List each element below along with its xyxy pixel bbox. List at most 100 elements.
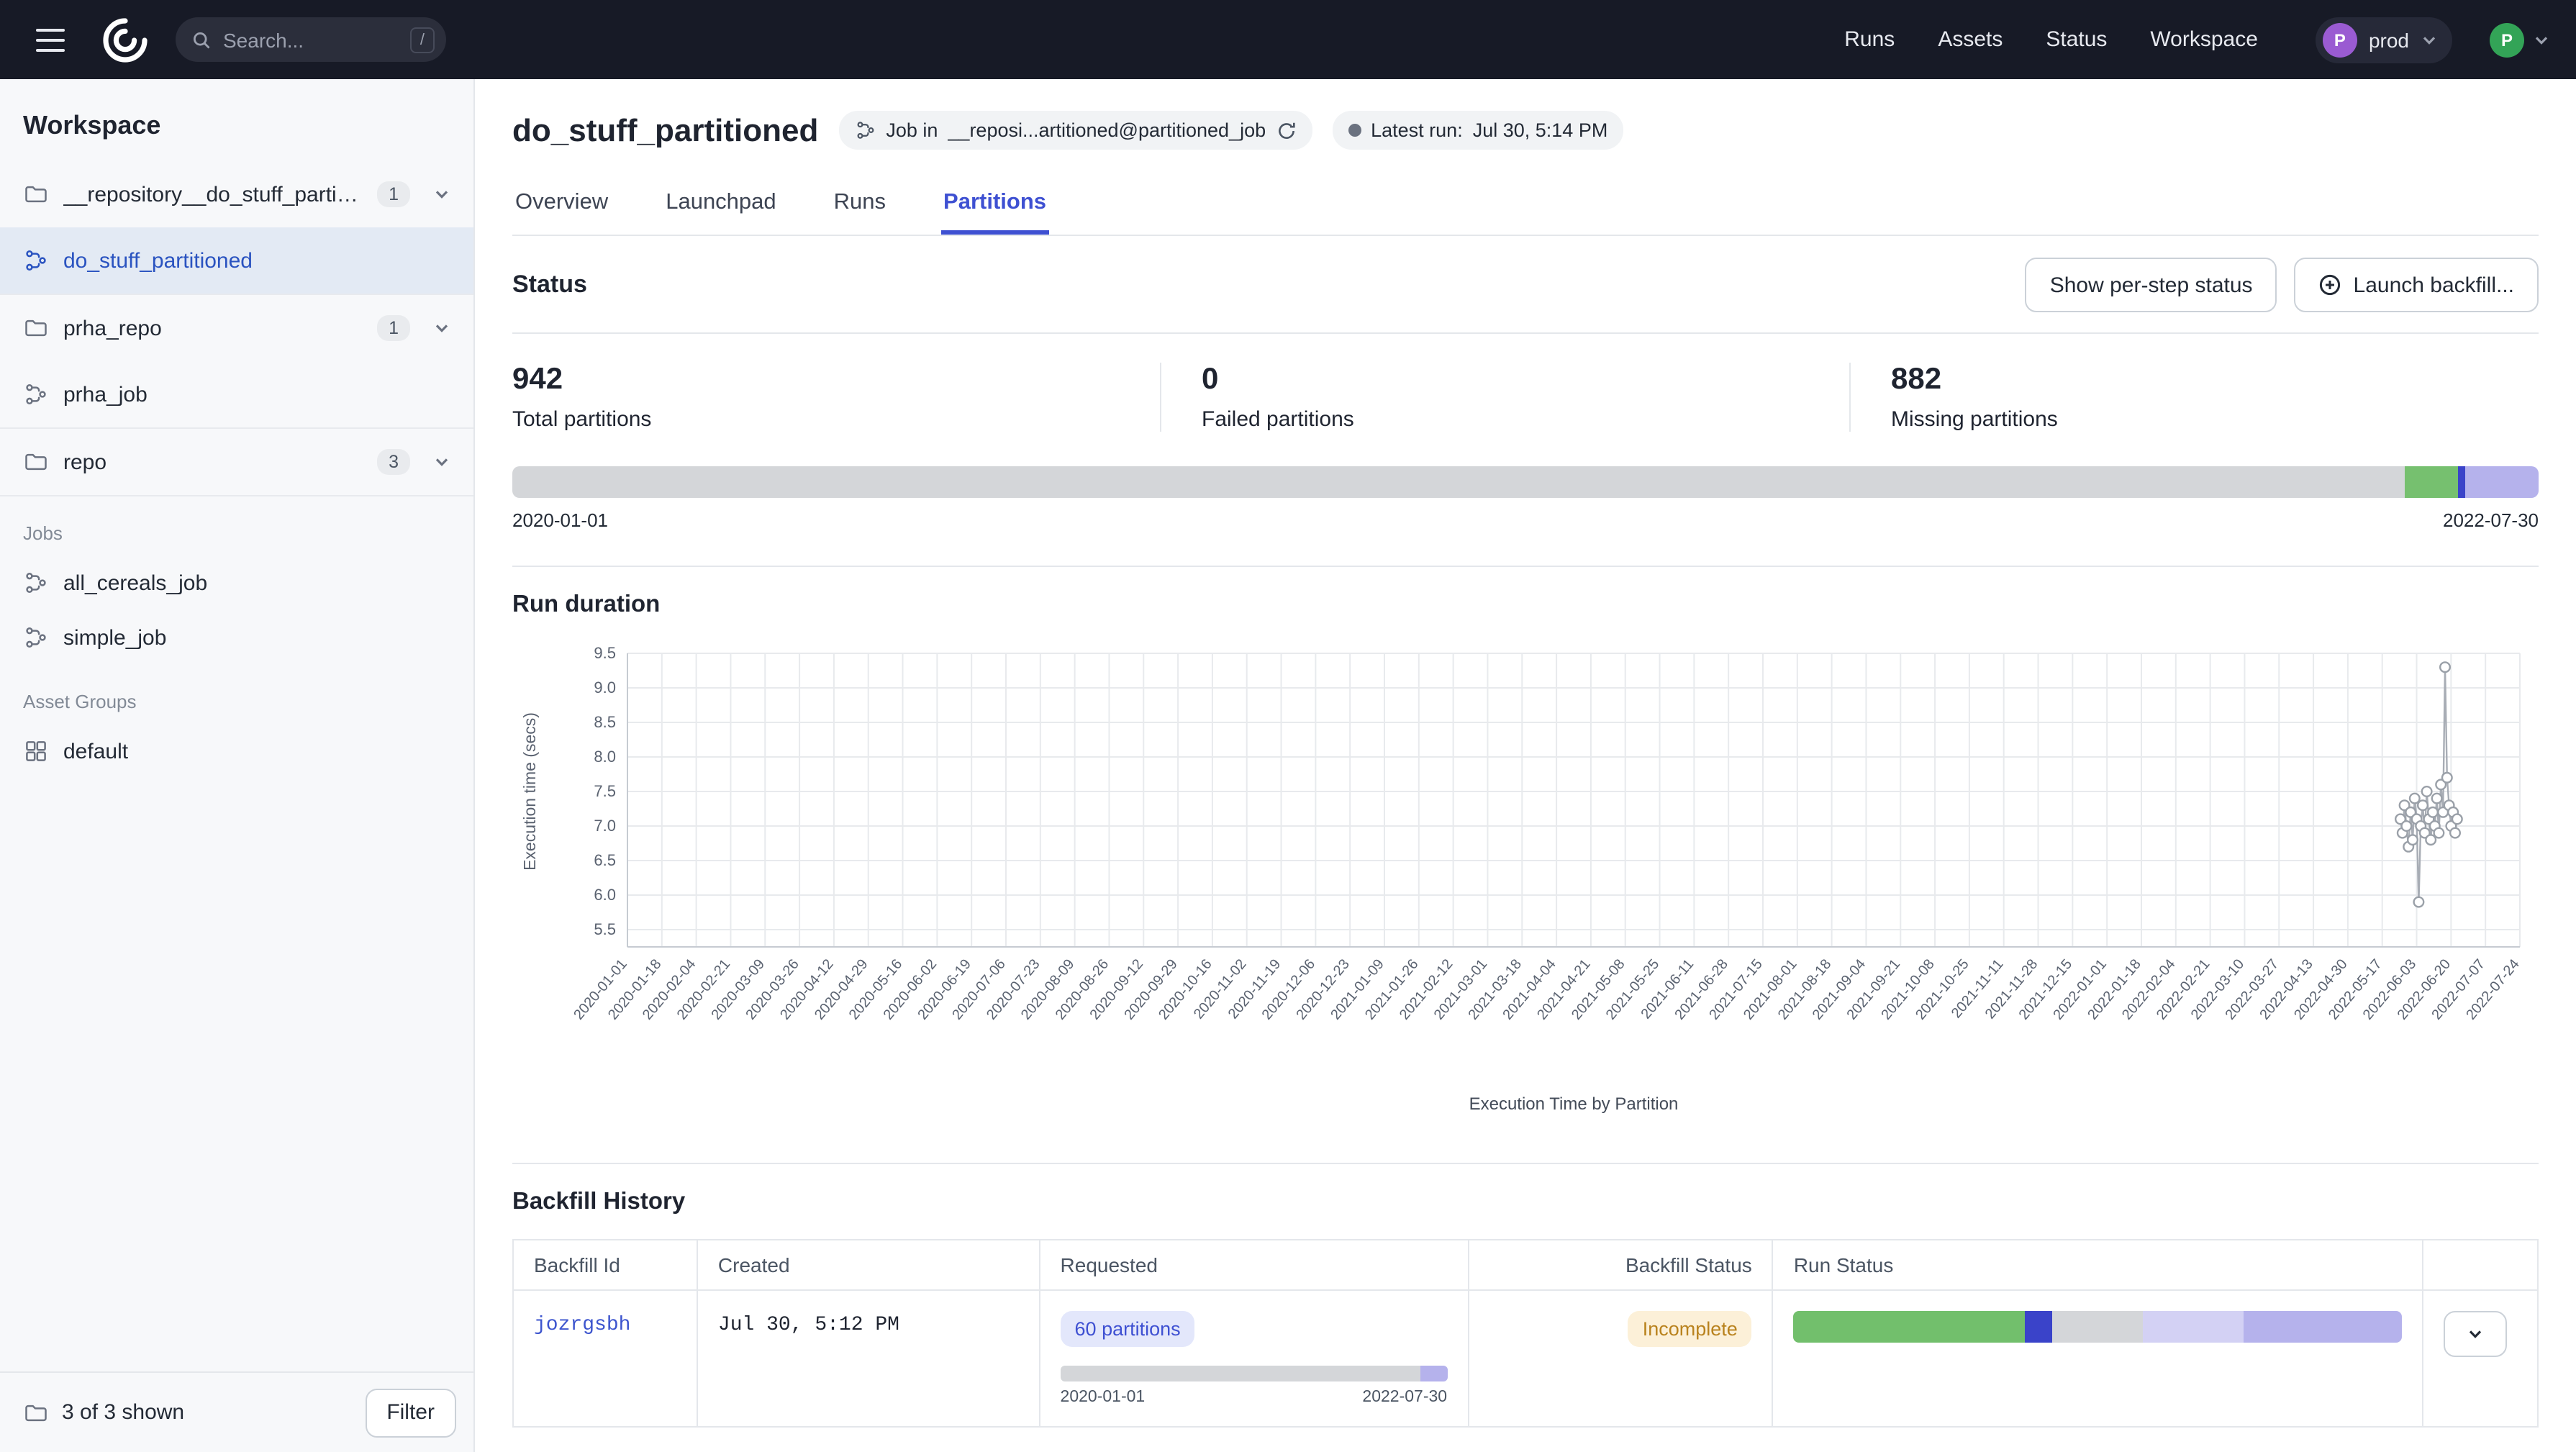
svg-text:Execution time (secs): Execution time (secs) [520,712,539,871]
repos-shown-count: 3 of 3 shown [62,1400,184,1425]
main-content: do_stuff_partitioned Job in __reposi...a… [475,79,2576,1452]
launch-backfill-button[interactable]: Launch backfill... [2295,258,2539,312]
job-origin-prefix: Job in [886,119,938,141]
stat-label: Missing partitions [1891,407,2539,432]
sidebar-title: Workspace [0,79,473,161]
job-icon [23,248,49,273]
column-header-backfill-status: Backfill Status [1468,1240,1773,1290]
column-header-created: Created [697,1240,1040,1290]
chevron-down-icon[interactable] [425,319,459,337]
bar-segment [2405,466,2457,498]
partition-status-bar[interactable] [512,466,2539,498]
dagster-logo[interactable] [95,9,155,70]
requested-partition-dates: 2020-01-01 2022-07-30 [1061,1389,1448,1406]
chevron-down-icon[interactable] [425,186,459,203]
sidebar-group: __repository__do_stuff_partitio...1do_st… [0,161,473,295]
deployment-avatar: P [2323,22,2357,57]
tab-runs[interactable]: Runs [831,176,889,235]
sidebar-group: prha_repo1prha_job [0,295,473,429]
svg-text:8.5: 8.5 [594,713,616,731]
backfill-id-link[interactable]: jozrgsbh [534,1314,630,1337]
requested-start-date: 2020-01-01 [1061,1389,1146,1406]
search-icon [191,30,212,50]
user-avatar: P [2490,22,2524,57]
partition-range-start: 2020-01-01 [512,509,608,531]
latest-run-tag: Latest run: Jul 30, 5:14 PM [1332,111,1623,150]
requested-partitions-chip[interactable]: 60 partitions [1061,1311,1195,1347]
plus-circle-icon [2319,273,2342,296]
bar-segment [512,466,2405,498]
sidebar-item-default[interactable]: default [0,724,473,779]
column-header-actions [2423,1240,2538,1290]
sidebar-item-prha-job[interactable]: prha_job [0,361,473,427]
nav-link-assets[interactable]: Assets [1938,27,2003,52]
svg-text:Execution Time by Partition: Execution Time by Partition [1469,1094,1679,1114]
job-icon [23,381,49,407]
partition-bar-dates: 2020-01-01 2022-07-30 [512,509,2539,531]
row-expand-button[interactable] [2444,1311,2507,1357]
nav-link-workspace[interactable]: Workspace [2150,27,2258,52]
bar-segment [2144,1311,2244,1343]
tab-partitions[interactable]: Partitions [940,176,1049,235]
search-shortcut-key: / [410,27,435,53]
svg-text:7.5: 7.5 [594,782,616,800]
column-header-run-status: Run Status [1773,1240,2423,1290]
sidebar-sections: Jobsall_cereals_jobsimple_jobAsset Group… [0,496,473,779]
grid-icon [23,738,49,764]
bar-segment [1420,1366,1447,1381]
column-header-backfill-id: Backfill Id [513,1240,697,1290]
user-menu[interactable]: P [2490,22,2550,57]
bar-segment [1794,1311,2025,1343]
page-title: do_stuff_partitioned [512,112,818,149]
job-icon [23,570,49,596]
job-icon [854,119,876,141]
top-nav-links: Runs Assets Status Workspace [1844,27,2258,52]
requested-end-date: 2022-07-30 [1362,1389,1447,1406]
top-nav: / Runs Assets Status Workspace P prod P [0,0,2576,79]
deployment-label: prod [2369,28,2409,51]
backfill-history-section: Backfill History Backfill IdCreatedReque… [512,1163,2539,1428]
nav-link-runs[interactable]: Runs [1844,27,1895,52]
latest-run-label: Latest run: [1371,119,1463,141]
filter-button[interactable]: Filter [365,1388,456,1437]
chevron-down-icon [2467,1325,2484,1343]
svg-text:9.0: 9.0 [594,679,616,696]
latest-run-link[interactable]: Jul 30, 5:14 PM [1473,119,1608,141]
menu-button[interactable] [26,15,75,64]
sidebar-item-do-stuff-partitioned[interactable]: do_stuff_partitioned [0,227,473,294]
nav-link-status[interactable]: Status [2046,27,2107,52]
reload-icon[interactable] [1276,120,1296,140]
svg-text:6.5: 6.5 [594,851,616,869]
tabs: Overview Launchpad Runs Partitions [512,176,2539,236]
show-per-step-status-button[interactable]: Show per-step status [2026,258,2277,312]
count-badge: 3 [377,449,410,475]
stat-label: Total partitions [512,407,1160,432]
job-origin-link[interactable]: __reposi...artitioned@partitioned_job [948,119,1266,141]
svg-text:8.0: 8.0 [594,748,616,766]
sidebar-item-simple-job[interactable]: simple_job [0,610,473,665]
bar-segment [2244,1311,2402,1343]
run-status-bar[interactable] [1794,1311,2402,1343]
bar-segment [2457,466,2465,498]
search-box[interactable]: / [176,17,446,62]
stat-missing-partitions: 882Missing partitions [1849,363,2539,432]
tab-overview[interactable]: Overview [512,176,611,235]
stat-label: Failed partitions [1202,407,1849,432]
tab-launchpad[interactable]: Launchpad [663,176,779,235]
sidebar-item-all-cereals-job[interactable]: all_cereals_job [0,555,473,610]
sidebar-item-label: __repository__do_stuff_partitio... [63,182,363,207]
sidebar-item-repository-do-stuff-partitio[interactable]: __repository__do_stuff_partitio...1 [0,161,473,227]
chevron-down-icon[interactable] [425,453,459,471]
sidebar-item-repo[interactable]: repo3 [0,429,473,495]
bar-segment [2466,466,2539,498]
run-duration-title: Run duration [512,591,2539,619]
sidebar-section-label-jobs: Jobs [0,496,473,555]
sidebar-item-prha-repo[interactable]: prha_repo1 [0,295,473,361]
folder-icon [23,1399,49,1425]
folder-icon [23,315,49,341]
deployment-switcher[interactable]: P prod [2316,17,2452,63]
sidebar-group: repo3 [0,429,473,496]
search-input[interactable] [223,28,399,51]
folder-icon [23,449,49,475]
backfill-table-body: jozrgsbh Jul 30, 5:12 PM 60 partitions 2… [513,1290,2538,1427]
